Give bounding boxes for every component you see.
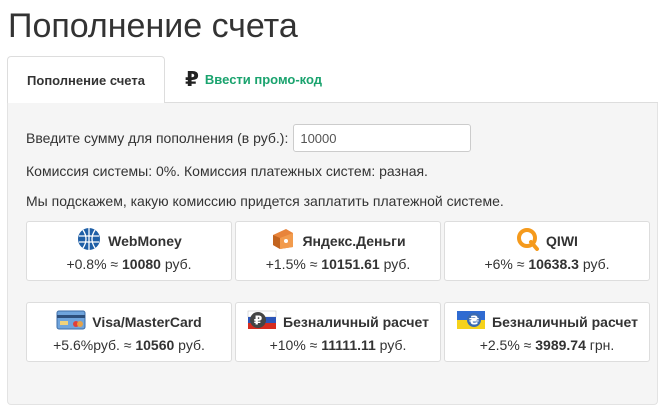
- payment-card-qiwi[interactable]: QIWI +6% ≈ 10638.3 руб.: [444, 221, 650, 281]
- amount-row: Введите сумму для пополнения (в руб.):: [26, 124, 472, 152]
- tab-bar: Пополнение счета ₽ Ввести промо-код: [7, 56, 658, 104]
- ukraine-flag-hryvnia-icon: ₴: [456, 308, 486, 337]
- top-up-panel: Введите сумму для пополнения (в руб.): К…: [7, 103, 658, 405]
- payment-card-price: +10% ≈ 11111.11 руб.: [269, 337, 407, 353]
- payment-card-name: Visa/MasterCard: [92, 314, 202, 330]
- payment-card-name: WebMoney: [108, 233, 182, 249]
- commission-text: Комиссия системы: 0%. Комиссия платежных…: [26, 163, 428, 179]
- payment-card-price: +6% ≈ 10638.3 руб.: [484, 256, 610, 272]
- webmoney-globe-icon: [76, 227, 102, 256]
- payment-card-price: +5.6%руб. ≈ 10560 руб.: [53, 337, 205, 353]
- page-title: Пополнение счета: [8, 7, 298, 45]
- tab-promo-code-label: Ввести промо-код: [204, 72, 323, 87]
- tab-top-up-label: Пополнение счета: [27, 72, 145, 88]
- svg-text:₽: ₽: [254, 313, 262, 327]
- payment-card-cashless-uah[interactable]: ₴ Безналичный расчет +2.5% ≈ 3989.74 грн…: [444, 302, 650, 362]
- payment-card-webmoney[interactable]: WebMoney +0.8% ≈ 10080 руб.: [26, 221, 232, 281]
- payment-card-yandex-money[interactable]: Яндекс.Деньги +1.5% ≈ 10151.61 руб.: [235, 221, 441, 281]
- credit-card-icon: [56, 309, 86, 336]
- yandex-money-icon: [270, 227, 296, 256]
- payment-card-price: +0.8% ≈ 10080 руб.: [66, 256, 192, 272]
- ruble-icon: ₽: [185, 68, 199, 91]
- amount-input[interactable]: [293, 124, 472, 152]
- tab-top-up[interactable]: Пополнение счета: [7, 56, 165, 104]
- qiwi-icon: [516, 227, 540, 256]
- amount-label: Введите сумму для пополнения (в руб.):: [26, 130, 289, 146]
- payment-card-name: Безналичный расчет: [283, 314, 429, 330]
- svg-text:₴: ₴: [469, 313, 479, 327]
- payment-card-name: QIWI: [546, 233, 578, 249]
- russia-flag-ruble-icon: ₽: [247, 308, 277, 337]
- payment-card-price: +1.5% ≈ 10151.61 руб.: [265, 256, 411, 272]
- hint-text: Мы подскажем, какую комиссию придется за…: [26, 193, 504, 209]
- payment-card-visa-mastercard[interactable]: Visa/MasterCard +5.6%руб. ≈ 10560 руб.: [26, 302, 232, 362]
- payment-card-cashless-rub[interactable]: ₽ Безналичный расчет +10% ≈ 11111.11 руб…: [235, 302, 441, 362]
- payment-card-name: Яндекс.Деньги: [302, 233, 406, 249]
- payment-card-price: +2.5% ≈ 3989.74 грн.: [479, 337, 615, 353]
- payment-card-name: Безналичный расчет: [492, 314, 638, 330]
- tab-promo-code[interactable]: ₽ Ввести промо-код: [185, 56, 322, 103]
